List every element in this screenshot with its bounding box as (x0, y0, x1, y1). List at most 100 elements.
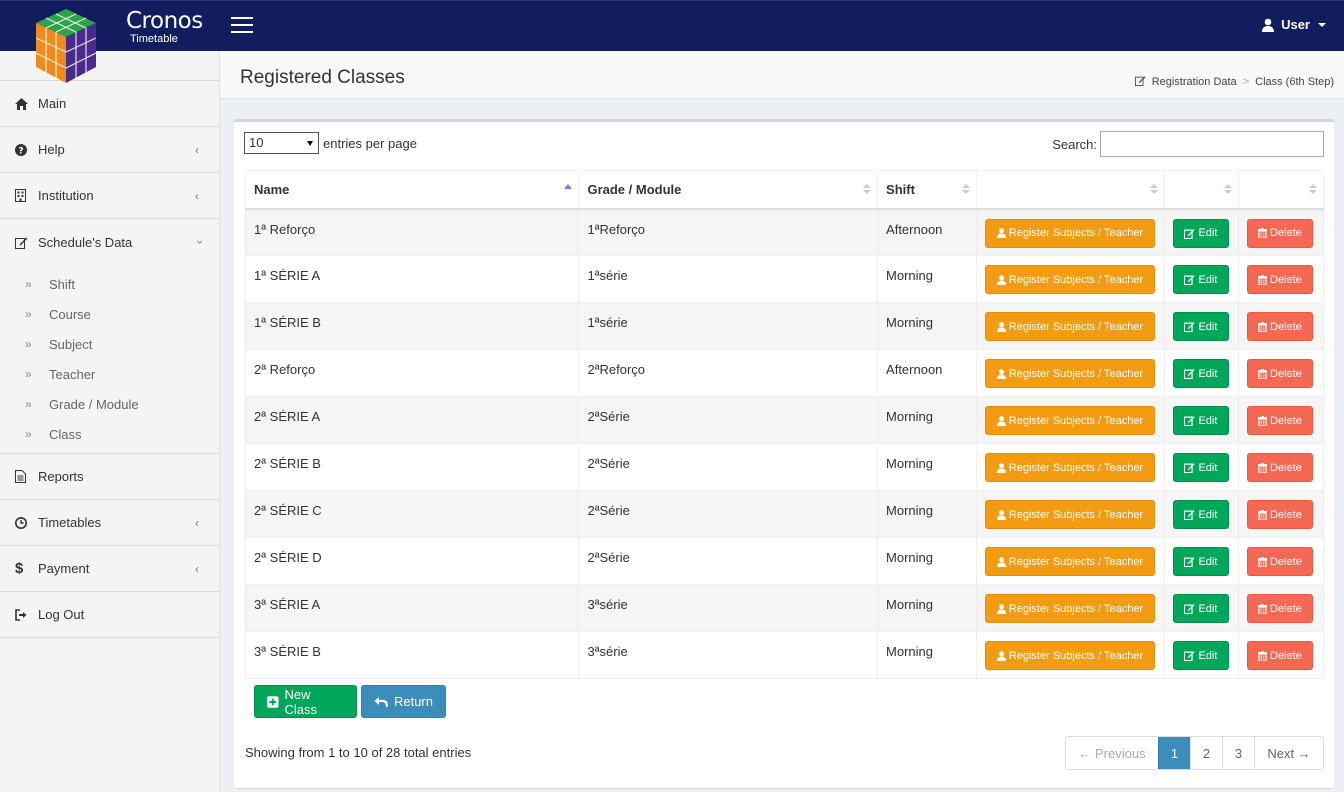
table-row: 1ª Reforço 1ªReforço Afternoon Register Sub… (244, 208, 1325, 256)
sidebar-item-label: Reports (38, 469, 84, 484)
cell-name: 3ª SÉRIE B (244, 631, 580, 679)
button-label: Register Subjects / Teacher (1008, 649, 1144, 662)
submenu-item-label: Subject (49, 336, 93, 352)
sidebar-item-payment[interactable]: $ Payment ‹ (0, 546, 219, 592)
delete-button[interactable]: Delete (1246, 218, 1313, 248)
edit-icon (1184, 275, 1196, 285)
sidebar-item-label: Log Out (38, 607, 85, 622)
edit-button[interactable]: Edit (1172, 359, 1229, 388)
return-button[interactable]: Return (361, 685, 446, 718)
submenu-item-label: Shift (49, 276, 76, 292)
cell-name: 1ª SÉRIE B (244, 302, 580, 350)
column-header-register[interactable] (975, 170, 1165, 210)
delete-button[interactable]: Delete (1246, 359, 1313, 388)
pagination-previous[interactable]: ← Previous (1066, 737, 1158, 769)
button-label: Delete (1270, 508, 1302, 521)
cell-register: Register Subjects / Teacher (975, 349, 1165, 397)
table-row: 1ª SÉRIE A 1ªsérie Morning Register Subject… (244, 255, 1325, 303)
breadcrumb-separator: > (1242, 76, 1250, 88)
edit-button[interactable]: Edit (1172, 641, 1229, 670)
sidebar-item-help[interactable]: ? Help ‹ (0, 127, 219, 173)
register-subjects-teacher-button[interactable]: Register Subjects / Teacher (984, 359, 1155, 388)
column-header-shift[interactable]: Shift (877, 170, 977, 210)
delete-button[interactable]: Delete (1246, 500, 1313, 529)
register-subjects-teacher-button[interactable]: Register Subjects / Teacher (984, 594, 1155, 623)
register-subjects-teacher-button[interactable]: Register Subjects / Teacher (984, 547, 1155, 576)
pagination-page-1[interactable]: 1 (1158, 737, 1190, 769)
submenu-item-shift[interactable]: » Shift (0, 269, 219, 299)
delete-button[interactable]: Delete (1246, 594, 1313, 623)
pagination-page-3[interactable]: 3 (1222, 737, 1254, 769)
delete-button[interactable]: Delete (1246, 453, 1313, 482)
button-label: Register Subjects / Teacher (1008, 227, 1144, 239)
edit-button[interactable]: Edit (1172, 312, 1229, 341)
entries-per-page-select[interactable]: 10 (244, 132, 319, 154)
edit-button[interactable]: Edit (1172, 406, 1229, 435)
cell-grade-module: 2ªSérie (578, 396, 879, 444)
register-subjects-teacher-button[interactable]: Register Subjects / Teacher (984, 641, 1155, 670)
column-header-name[interactable]: Name (244, 170, 580, 210)
delete-button[interactable]: Delete (1246, 265, 1313, 294)
cell-register: Register Subjects / Teacher (975, 208, 1165, 256)
classes-table: Name Grade / Module Shift 1ª Reforço 1ªRe… (244, 170, 1325, 679)
column-header-delete[interactable] (1237, 170, 1325, 210)
user-menu[interactable]: User (1261, 17, 1326, 32)
breadcrumb-link[interactable]: Registration Data (1152, 76, 1237, 88)
sidebar-item-timetables[interactable]: Timetables ‹ (0, 500, 219, 546)
sidebar-item-reports[interactable]: Reports (0, 454, 219, 500)
column-header-edit[interactable] (1163, 170, 1239, 210)
edit-button[interactable]: Edit (1172, 265, 1229, 294)
sort-both-icon (961, 184, 970, 194)
cell-name: 3ª SÉRIE A (244, 584, 580, 632)
button-label: Edit (1198, 508, 1218, 521)
sidebar-item-schedules-data[interactable]: Schedule's Data ‹ (0, 219, 219, 265)
cell-edit: Edit (1163, 537, 1239, 585)
sidebar-item-label: Timetables (38, 515, 102, 530)
delete-button[interactable]: Delete (1246, 547, 1313, 576)
sidebar-item-label: Main (38, 96, 67, 111)
return-label: Return (393, 694, 433, 709)
edit-button[interactable]: Edit (1172, 453, 1229, 482)
cell-shift: Morning (877, 584, 977, 632)
edit-button[interactable]: Edit (1172, 594, 1229, 623)
edit-button[interactable]: Edit (1172, 547, 1229, 576)
table-row: 2ª SÉRIE C 2ªSérie Morning Register Subject… (244, 490, 1325, 538)
pagination-next[interactable]: Next → (1254, 737, 1323, 769)
submenu-item-grade-module[interactable]: » Grade / Module (0, 389, 219, 419)
delete-button[interactable]: Delete (1246, 312, 1313, 341)
register-subjects-teacher-button[interactable]: Register Subjects / Teacher (984, 500, 1155, 529)
edit-button[interactable]: Edit (1172, 218, 1229, 248)
submenu-item-class[interactable]: » Class (0, 419, 219, 449)
cell-edit: Edit (1163, 631, 1239, 679)
edit-button[interactable]: Edit (1172, 500, 1229, 529)
cell-name: 2ª SÉRIE A (244, 396, 580, 444)
new-class-button[interactable]: New Class (254, 685, 357, 718)
pagination-page-2[interactable]: 2 (1190, 737, 1222, 769)
brand-logo[interactable]: Cronos Timetable (20, 1, 220, 91)
delete-button[interactable]: Delete (1246, 641, 1313, 670)
cell-delete: Delete (1237, 631, 1325, 679)
cell-delete: Delete (1237, 490, 1325, 538)
register-subjects-teacher-button[interactable]: Register Subjects / Teacher (984, 312, 1155, 341)
submenu-item-course[interactable]: » Course (0, 299, 219, 329)
register-subjects-teacher-button[interactable]: Register Subjects / Teacher (984, 265, 1155, 294)
cell-shift: Morning (877, 631, 977, 679)
submenu-item-subject[interactable]: » Subject (0, 329, 219, 359)
sort-both-icon (1149, 184, 1158, 194)
sidebar-item-institution[interactable]: Institution ‹ (0, 173, 219, 219)
register-subjects-teacher-button[interactable]: Register Subjects / Teacher (984, 453, 1155, 482)
submenu-item-teacher[interactable]: » Teacher (0, 359, 219, 389)
search-input[interactable] (1100, 131, 1324, 157)
sidebar-item-logout[interactable]: Log Out (0, 592, 219, 638)
register-subjects-teacher-button[interactable]: Register Subjects / Teacher (984, 218, 1155, 248)
sidebar-toggle-menu-icon[interactable] (231, 17, 253, 35)
register-subjects-teacher-button[interactable]: Register Subjects / Teacher (984, 406, 1155, 435)
delete-button[interactable]: Delete (1246, 406, 1313, 435)
cell-delete: Delete (1237, 396, 1325, 444)
cell-shift: Morning (877, 537, 977, 585)
cell-name: 1ª Reforço (244, 208, 580, 256)
trash-icon (1258, 368, 1268, 379)
column-header-grade-module[interactable]: Grade / Module (578, 170, 879, 210)
button-label: Delete (1270, 227, 1302, 239)
table-info: Showing from 1 to 10 of 28 total entries (245, 745, 472, 760)
